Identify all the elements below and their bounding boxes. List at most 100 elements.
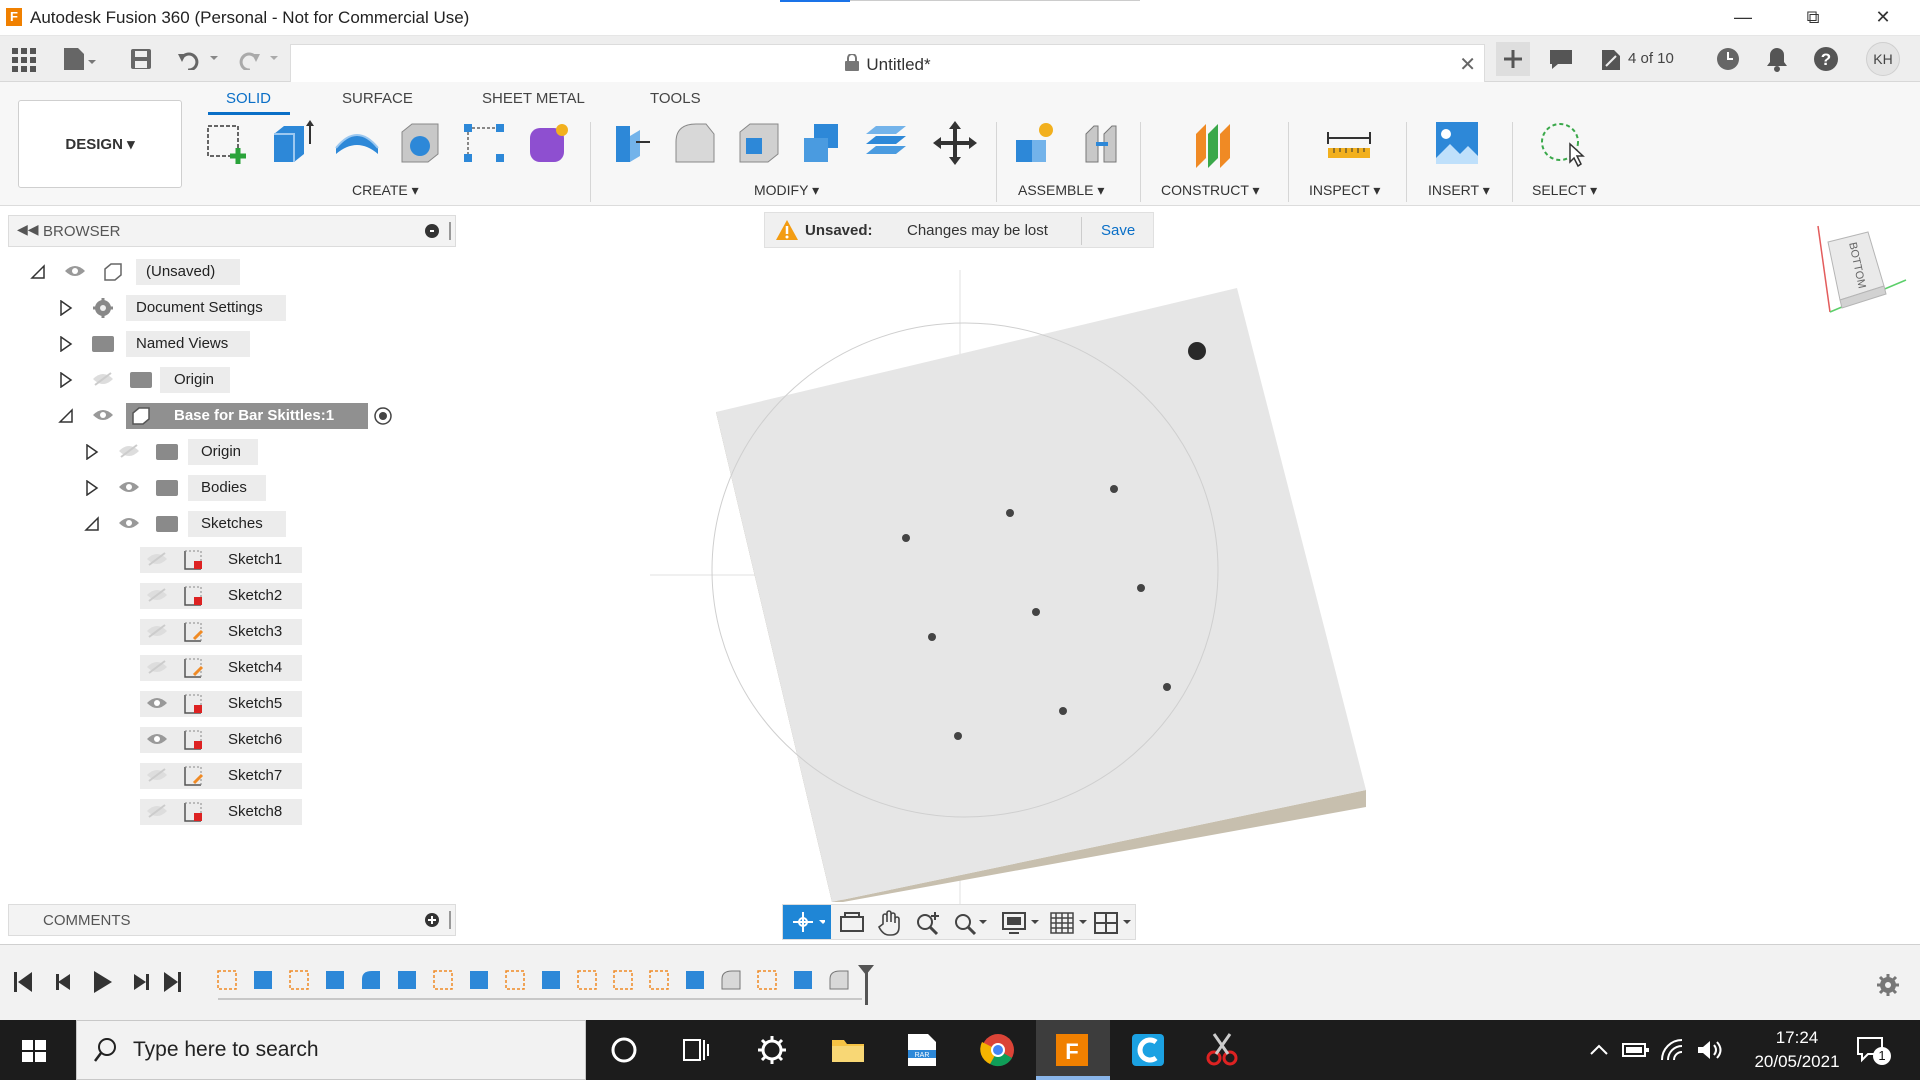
timeline-features[interactable] (214, 963, 874, 1007)
tree-row-document-settings[interactable]: Document Settings (0, 294, 460, 322)
comments-panel-header[interactable]: COMMENTS (8, 904, 456, 936)
hidden-eye-icon[interactable] (146, 551, 168, 567)
select-icon[interactable] (1538, 118, 1588, 168)
show-hidden-icons-chevron[interactable] (1588, 1040, 1610, 1060)
collapsed-triangle-icon[interactable] (58, 336, 74, 352)
user-avatar[interactable]: KH (1866, 42, 1900, 76)
model-viewport[interactable] (460, 210, 1920, 940)
viewports-icon[interactable] (1093, 910, 1133, 936)
model-top-face[interactable] (716, 288, 1366, 902)
data-panel-grid-icon[interactable] (12, 48, 36, 72)
new-tab-plus-icon[interactable] (1496, 42, 1530, 76)
wifi-icon[interactable] (1660, 1038, 1686, 1062)
snipping-tool-icon[interactable] (1202, 1030, 1242, 1070)
visibility-eye-icon[interactable] (92, 407, 114, 423)
expanded-triangle-icon[interactable] (84, 516, 100, 532)
select-group-label[interactable]: SELECT ▾ (1532, 182, 1597, 199)
file-explorer-icon[interactable] (828, 1030, 868, 1070)
panel-grip[interactable] (449, 911, 451, 929)
close-document-icon[interactable]: ✕ (1459, 52, 1476, 77)
task-view-icon[interactable] (676, 1030, 716, 1070)
version-label[interactable]: 4 of 10 (1628, 50, 1674, 67)
pan-hand-icon[interactable] (877, 910, 903, 936)
tree-row-named-views[interactable]: Named Views (0, 330, 460, 358)
tree-row-sketch[interactable]: Sketch6 (0, 726, 460, 754)
offset-plane-icon[interactable] (1190, 118, 1240, 168)
save-icon[interactable] (130, 48, 152, 70)
grid-settings-icon[interactable] (1049, 910, 1089, 936)
chrome-icon[interactable] (978, 1030, 1018, 1070)
undo-icon[interactable] (178, 48, 222, 70)
shell-icon[interactable] (734, 118, 784, 168)
offset-face-icon[interactable] (862, 118, 912, 168)
move-copy-icon[interactable] (930, 118, 980, 168)
tree-row-sketch[interactable]: Sketch1 (0, 546, 460, 574)
collapsed-triangle-icon[interactable] (84, 444, 100, 460)
collapsed-triangle-icon[interactable] (58, 300, 74, 316)
collapsed-triangle-icon[interactable] (58, 372, 74, 388)
view-cube[interactable]: BOTTOM (1810, 222, 1910, 322)
ccleaner-icon[interactable] (1128, 1030, 1168, 1070)
fit-zoom-icon[interactable] (953, 910, 989, 936)
play-icon[interactable] (94, 971, 112, 993)
revolve-icon[interactable] (332, 118, 382, 168)
modify-group-label[interactable]: MODIFY ▾ (754, 182, 819, 199)
tab-tools[interactable]: TOOLS (650, 90, 701, 107)
tree-row-component[interactable]: Base for Bar Skittles:1 (0, 402, 460, 430)
tab-solid[interactable]: SOLID (226, 90, 271, 107)
visibility-eye-icon[interactable] (64, 263, 86, 279)
extrude-icon[interactable] (266, 118, 316, 168)
joint-icon[interactable] (1076, 118, 1126, 168)
restore-button[interactable]: ⧉ (1785, 0, 1841, 34)
hidden-eye-icon[interactable] (146, 623, 168, 639)
tab-surface[interactable]: SURFACE (342, 90, 413, 107)
combine-icon[interactable] (798, 118, 848, 168)
tree-row-sketch[interactable]: Sketch7 (0, 762, 460, 790)
redo-icon[interactable] (236, 48, 280, 70)
tree-row-bodies[interactable]: Bodies (0, 474, 460, 502)
battery-icon[interactable] (1622, 1040, 1650, 1060)
add-comment-icon[interactable] (425, 913, 439, 927)
insert-group-label[interactable]: INSERT ▾ (1428, 182, 1490, 199)
tab-sheet-metal[interactable]: SHEET METAL (482, 90, 585, 107)
assemble-group-label[interactable]: ASSEMBLE ▾ (1018, 182, 1104, 199)
winrar-icon[interactable]: RAR (902, 1030, 942, 1070)
version-icon[interactable] (1598, 46, 1624, 72)
taskbar-search-box[interactable]: Type here to search (76, 1020, 586, 1080)
press-pull-icon[interactable] (606, 118, 656, 168)
help-icon[interactable]: ? (1813, 46, 1839, 72)
zoom-icon[interactable] (915, 910, 941, 936)
fusion-360-icon[interactable]: F (1052, 1030, 1092, 1070)
tree-row-sketch[interactable]: Sketch5 (0, 690, 460, 718)
go-to-start-icon[interactable] (14, 972, 32, 992)
new-component-icon[interactable] (1010, 118, 1060, 168)
hidden-eye-icon[interactable] (118, 443, 140, 459)
tree-row-origin[interactable]: Origin (0, 366, 460, 394)
fillet-icon[interactable] (670, 118, 720, 168)
notifications-bell-icon[interactable] (1764, 46, 1790, 72)
look-at-icon[interactable] (839, 911, 865, 935)
timeline-feature-icons[interactable] (217, 970, 849, 990)
document-tab[interactable]: Untitled* ✕ (290, 44, 1485, 82)
close-window-button[interactable]: ✕ (1855, 0, 1911, 34)
hole-icon[interactable] (396, 118, 446, 168)
tree-row-origin-child[interactable]: Origin (0, 438, 460, 466)
hidden-eye-icon[interactable] (146, 659, 168, 675)
hidden-eye-icon[interactable] (146, 767, 168, 783)
tree-row-sketches[interactable]: Sketches (0, 510, 460, 538)
step-back-icon[interactable] (56, 974, 70, 990)
taskbar-clock[interactable]: 17:24 20/05/2021 (1752, 1026, 1842, 1074)
step-forward-icon[interactable] (134, 974, 149, 990)
visibility-eye-icon[interactable] (118, 515, 140, 531)
job-status-clock-icon[interactable] (1715, 46, 1741, 72)
inspect-group-label[interactable]: INSPECT ▾ (1309, 182, 1380, 199)
browser-panel-header[interactable]: ◀◀ BROWSER (8, 215, 456, 247)
create-group-label[interactable]: CREATE ▾ (352, 182, 419, 199)
hidden-eye-icon[interactable] (146, 587, 168, 603)
settings-gear-icon[interactable] (752, 1030, 792, 1070)
activate-radio-icon[interactable] (372, 405, 394, 427)
panel-grip[interactable] (449, 222, 451, 240)
visibility-eye-icon[interactable] (146, 695, 168, 711)
minimize-button[interactable]: — (1715, 0, 1771, 34)
workspace-switcher[interactable]: DESIGN ▾ (18, 100, 182, 188)
